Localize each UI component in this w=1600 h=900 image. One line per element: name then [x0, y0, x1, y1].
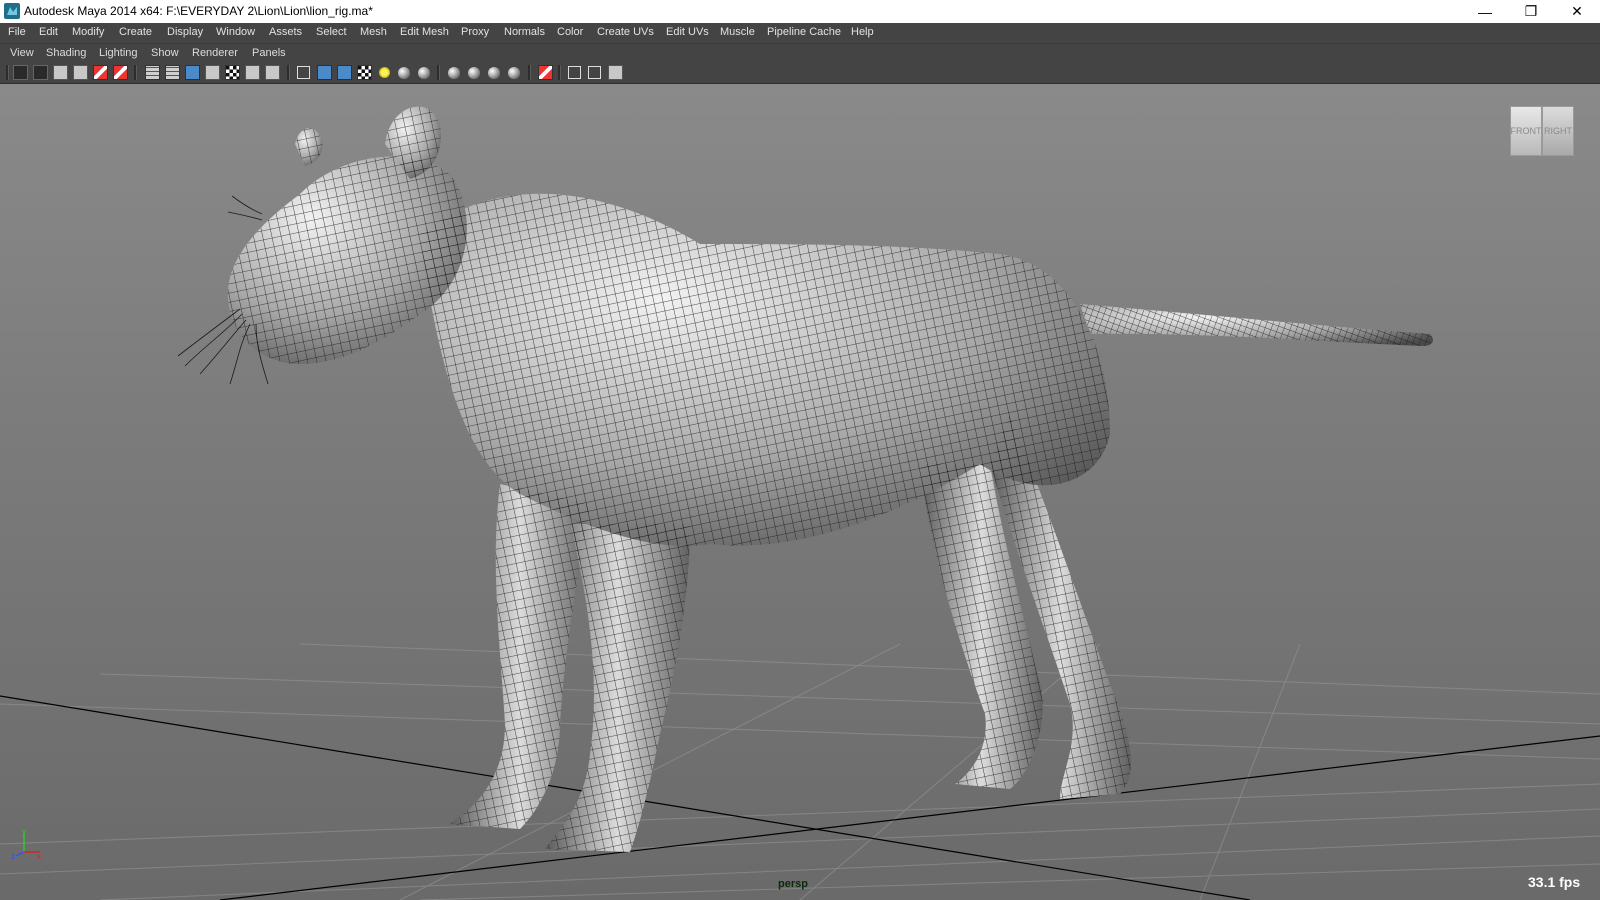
wireframe-on-shaded-icon[interactable]: [337, 65, 352, 80]
viewport-scene: [0, 106, 1600, 900]
panel-menu-renderer[interactable]: Renderer: [192, 47, 238, 59]
minimize-button[interactable]: —: [1462, 0, 1508, 23]
menu-edit-uvs[interactable]: Edit UVs: [666, 26, 709, 38]
toolbar-separator: [6, 65, 9, 80]
menu-normals[interactable]: Normals: [504, 26, 545, 38]
menu-muscle[interactable]: Muscle: [720, 26, 755, 38]
axis-y-label: y: [22, 828, 26, 836]
world-axis-lines: [0, 695, 1600, 900]
panel-menu-panels[interactable]: Panels: [252, 47, 286, 59]
panel-menu-lighting[interactable]: Lighting: [99, 47, 138, 59]
menu-create-uvs[interactable]: Create UVs: [597, 26, 654, 38]
menu-help[interactable]: Help: [851, 26, 874, 38]
xray-joints-icon[interactable]: [588, 66, 601, 79]
perspective-viewport[interactable]: FRONT RIGHT y x z persp 33.1 fps: [0, 84, 1600, 900]
camera-attributes-icon[interactable]: [33, 65, 48, 80]
maya-window: Autodesk Maya 2014 x64: F:\EVERYDAY 2\Li…: [0, 0, 1600, 900]
panel-menu-bar: View Shading Lighting Show Renderer Pane…: [0, 43, 1600, 64]
gate-mask-icon[interactable]: [205, 65, 220, 80]
panel-menu-shading[interactable]: Shading: [46, 47, 86, 59]
menu-window[interactable]: Window: [216, 26, 255, 38]
motion-blur-icon[interactable]: [448, 67, 460, 79]
screen-space-ao-icon[interactable]: [418, 67, 430, 79]
view-cube-right[interactable]: RIGHT: [1542, 106, 1574, 156]
toolbar-separator: [528, 65, 531, 80]
maya-logo-icon: [4, 3, 20, 19]
menu-display[interactable]: Display: [167, 26, 203, 38]
window-title: Autodesk Maya 2014 x64: F:\EVERYDAY 2\Li…: [24, 4, 373, 18]
image-plane-icon[interactable]: [73, 65, 88, 80]
grease-pencil-icon[interactable]: [113, 65, 128, 80]
snapshot-icon[interactable]: [608, 65, 623, 80]
use-all-lights-icon[interactable]: [379, 67, 390, 78]
resolution-gate-icon[interactable]: [185, 65, 200, 80]
menu-edit-mesh[interactable]: Edit Mesh: [400, 26, 449, 38]
toolbar-separator: [134, 65, 137, 80]
lion-mesh[interactable]: [177, 106, 1433, 852]
camera-select-icon[interactable]: [13, 65, 28, 80]
camera-name-label: persp: [778, 878, 808, 890]
multisample-aa-icon[interactable]: [468, 67, 480, 79]
panel-menu-view[interactable]: View: [10, 47, 34, 59]
menu-color[interactable]: Color: [557, 26, 583, 38]
axis-z-label: z: [11, 852, 15, 861]
2d-pan-zoom-icon[interactable]: [93, 65, 108, 80]
toolbar-separator: [287, 65, 290, 80]
ground-grid: [0, 643, 1600, 900]
safe-action-icon[interactable]: [245, 65, 260, 80]
menu-edit[interactable]: Edit: [39, 26, 58, 38]
safe-title-icon[interactable]: [265, 65, 280, 80]
menu-assets[interactable]: Assets: [269, 26, 302, 38]
menu-proxy[interactable]: Proxy: [461, 26, 489, 38]
menu-mesh[interactable]: Mesh: [360, 26, 387, 38]
xray-active-components-icon[interactable]: [568, 66, 581, 79]
film-gate-icon[interactable]: [165, 65, 180, 80]
axis-x-label: x: [37, 852, 41, 861]
grid-icon[interactable]: [145, 65, 160, 80]
toolbar-separator: [437, 65, 440, 80]
isolate-select-icon[interactable]: [508, 67, 520, 79]
panel-toolbar: [0, 63, 1600, 84]
fps-readout: 33.1 fps: [1528, 874, 1581, 890]
menu-modify[interactable]: Modify: [72, 26, 104, 38]
menu-select[interactable]: Select: [316, 26, 347, 38]
close-button[interactable]: ✕: [1554, 0, 1600, 23]
shadows-icon[interactable]: [398, 67, 410, 79]
menu-file[interactable]: File: [8, 26, 26, 38]
textured-icon[interactable]: [357, 65, 372, 80]
xray-icon[interactable]: [538, 65, 553, 80]
main-menu-bar: File Edit Modify Create Display Window A…: [0, 23, 1600, 43]
title-bar: Autodesk Maya 2014 x64: F:\EVERYDAY 2\Li…: [0, 0, 1600, 24]
axis-gizmo-icon: y x z: [11, 828, 41, 861]
view-cube-front[interactable]: FRONT: [1510, 106, 1542, 156]
depth-of-field-icon[interactable]: [488, 67, 500, 79]
toolbar-separator: [558, 65, 561, 80]
view-cube[interactable]: FRONT RIGHT: [1510, 106, 1574, 164]
menu-pipeline-cache[interactable]: Pipeline Cache: [767, 26, 841, 38]
wireframe-icon[interactable]: [297, 66, 310, 79]
bookmarks-icon[interactable]: [53, 65, 68, 80]
panel-menu-show[interactable]: Show: [151, 47, 179, 59]
menu-create[interactable]: Create: [119, 26, 152, 38]
restore-button[interactable]: ❐: [1508, 0, 1554, 23]
field-chart-icon[interactable]: [225, 65, 240, 80]
smooth-shade-icon[interactable]: [317, 65, 332, 80]
